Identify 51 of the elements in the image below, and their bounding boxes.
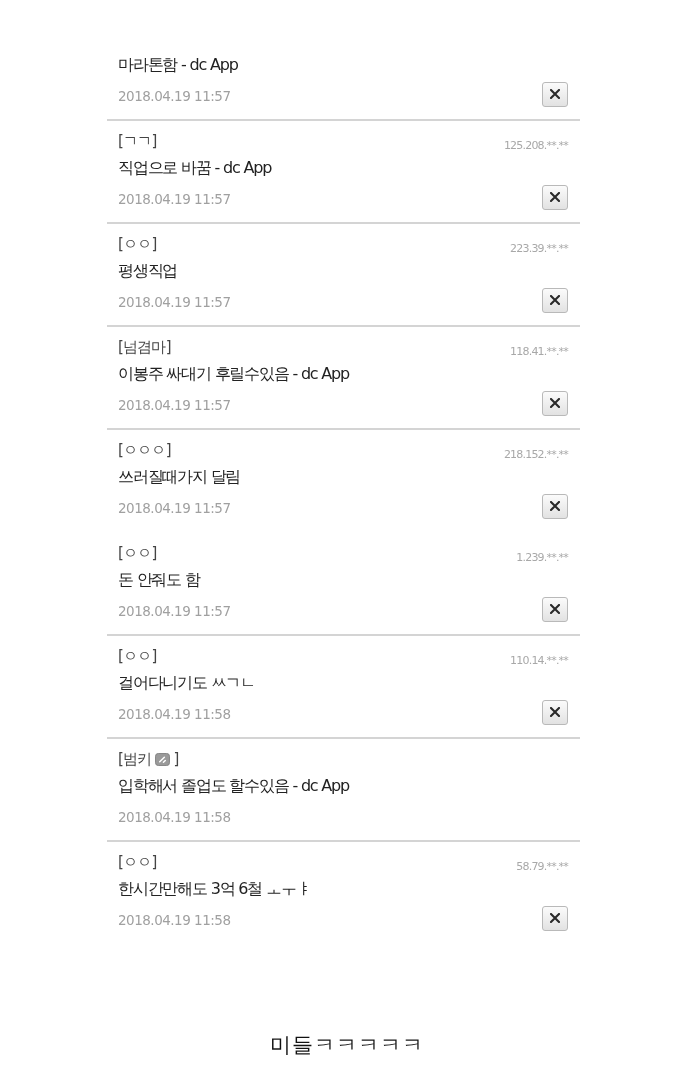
author-name: [ㅇㅇ] (118, 852, 157, 872)
comment-text: 쓰러질때가지 달림 (118, 466, 241, 488)
comment-date: 2018.04.19 11:58 (118, 912, 231, 928)
delete-button[interactable] (542, 184, 568, 210)
close-icon (550, 89, 560, 99)
author-name: [ㅇㅇ] (118, 543, 157, 563)
ip-address: 118.41.**.** (510, 344, 568, 358)
comment-date: 2018.04.19 11:57 (118, 397, 231, 413)
close-icon (550, 192, 560, 202)
comment-text: 이봉주 싸대기 후릴수있음 - dc App (118, 363, 349, 385)
close-icon (550, 913, 560, 923)
delete-button[interactable] (542, 81, 568, 107)
comment-text: 직업으로 바꿈 - dc App (118, 157, 272, 179)
close-icon (550, 604, 560, 614)
author-name: [범키 (118, 749, 152, 769)
comment-text: 걸어다니기도 ㅆㄱㄴ (118, 672, 256, 694)
comment-text: 평생직업 (118, 260, 178, 282)
close-icon (550, 501, 560, 511)
ip-address: 218.152.**.** (503, 447, 568, 461)
delete-button[interactable] (542, 493, 568, 519)
close-icon (550, 707, 560, 717)
author-name: [ㄱㄱ] (118, 131, 157, 151)
delete-button[interactable] (542, 287, 568, 313)
author-name: [ㅇㅇ] (118, 234, 157, 254)
comment-date: 2018.04.19 11:58 (118, 706, 231, 722)
ip-address: 125.208.**.** (503, 138, 568, 152)
delete-button[interactable] (542, 905, 568, 931)
comment-date: 2018.04.19 11:57 (118, 191, 231, 207)
author-name: [ㅇㅇ] (118, 646, 157, 666)
ip-address: 223.39.**.** (510, 241, 568, 255)
comment-date: 2018.04.19 11:58 (118, 809, 231, 825)
delete-button[interactable] (542, 699, 568, 725)
comment-date: 2018.04.19 11:57 (118, 88, 231, 104)
close-icon (550, 295, 560, 305)
comment-text: 한시간만해도 3억 6철 ㅗㅜㅑ (118, 878, 311, 900)
author-name: [ㅇㅇㅇ] (118, 440, 171, 460)
ip-address: 58.79.**.** (516, 859, 568, 873)
comment-text: 돈 안줘도 함 (118, 569, 200, 591)
caption-text: 미들ㅋㅋㅋㅋㅋ (270, 1032, 424, 1059)
comment-date: 2018.04.19 11:57 (118, 294, 231, 310)
author-name: [넘겸마] (118, 337, 171, 357)
ip-address: 110.14.**.** (510, 653, 568, 667)
ip-address: 1.239.**.** (516, 550, 568, 564)
comment-date: 2018.04.19 11:57 (118, 500, 231, 516)
delete-button[interactable] (542, 596, 568, 622)
comment-date: 2018.04.19 11:57 (118, 603, 231, 619)
comment-text: 입학해서 졸업도 할수있음 - dc App (118, 775, 349, 797)
comment-text: 마라톤함 - dc App (118, 54, 238, 76)
close-icon (550, 398, 560, 408)
delete-button[interactable] (542, 390, 568, 416)
author-name-close: ] (173, 750, 179, 768)
